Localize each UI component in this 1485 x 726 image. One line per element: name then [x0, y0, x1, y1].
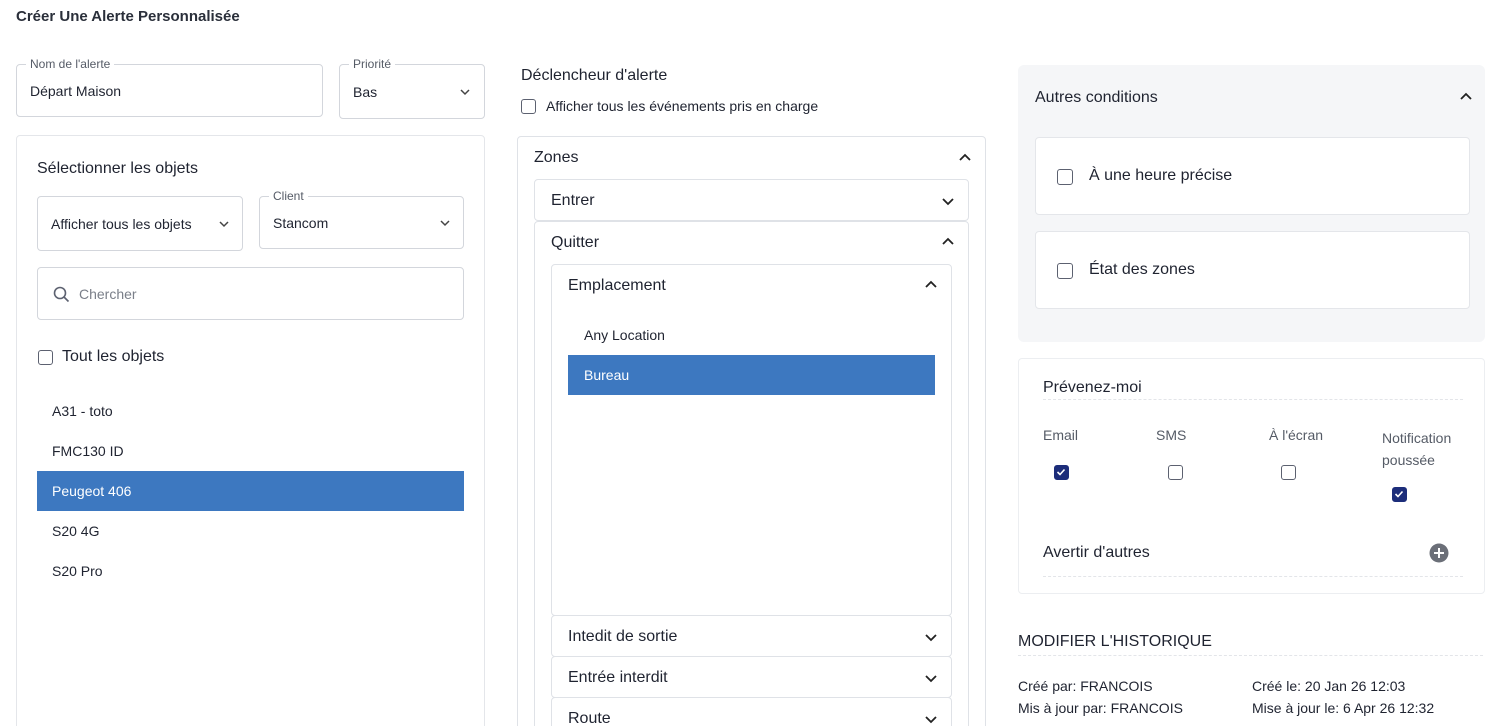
channel-screen-checkbox[interactable] [1281, 465, 1296, 480]
channel-sms-checkbox[interactable] [1168, 465, 1183, 480]
object-list-item-selected[interactable]: Peugeot 406 [37, 471, 464, 511]
location-option-selected[interactable]: Bureau [568, 355, 935, 395]
check-icon [1394, 490, 1404, 498]
priority-label: Priorité [349, 56, 396, 72]
all-objects-label: Tout les objets [62, 348, 165, 365]
channel-sms-label: SMS [1156, 427, 1187, 443]
alert-name-value: Départ Maison [30, 82, 122, 99]
divider [1043, 576, 1463, 577]
notify-others-label: Avertir d'autres [1043, 544, 1150, 561]
divider [1018, 655, 1483, 656]
history-created-on: Créé le: 20 Jan 26 12:03 [1252, 678, 1406, 694]
history-updated-on: Mise à jour le: 6 Apr 26 12:32 [1252, 700, 1435, 716]
check-icon [1056, 468, 1066, 476]
enter-accordion[interactable]: Entrer [534, 179, 969, 221]
chevron-up-icon[interactable] [958, 151, 972, 165]
chevron-down-icon [925, 675, 937, 683]
all-objects-checkbox[interactable] [38, 350, 53, 365]
priority-value: Bas [353, 83, 378, 100]
entry-forbidden-label: Entrée interdit [568, 669, 668, 686]
client-value: Stancom [273, 214, 329, 231]
priority-select[interactable]: Priorité Bas [339, 56, 485, 119]
location-option[interactable]: Any Location [584, 327, 665, 343]
object-list-item[interactable]: FMC130 ID [37, 431, 464, 471]
zone-state-card[interactable]: État des zones [1035, 231, 1470, 309]
chevron-up-icon[interactable] [941, 235, 955, 249]
trigger-title: Déclencheur d'alerte [521, 67, 668, 84]
specific-time-checkbox[interactable] [1057, 169, 1073, 185]
chevron-down-icon [925, 634, 937, 642]
exit-forbidden-label: Intedit de sortie [568, 628, 678, 645]
object-filter-select[interactable]: Afficher tous les objets [37, 196, 243, 251]
channel-push-checkbox[interactable] [1392, 487, 1407, 502]
chevron-up-icon[interactable] [924, 278, 938, 292]
client-select[interactable]: Client Stancom [259, 188, 464, 249]
leave-label: Quitter [551, 234, 600, 251]
chevron-down-icon [925, 716, 937, 724]
show-all-events-checkbox[interactable] [521, 99, 536, 114]
object-list-item[interactable]: A31 - toto [37, 391, 464, 431]
chevron-down-icon [440, 219, 450, 226]
search-icon [53, 286, 70, 303]
object-search-input[interactable]: Chercher [37, 267, 464, 320]
search-placeholder: Chercher [79, 285, 137, 302]
channel-screen-label: À l'écran [1269, 427, 1324, 443]
other-conditions-title: Autres conditions [1035, 89, 1158, 106]
show-all-events-label: Afficher tous les événements pris en cha… [546, 98, 819, 114]
location-label: Emplacement [568, 277, 666, 294]
leave-accordion: Quitter Emplacement Any Location Bureau … [534, 221, 969, 726]
objects-panel-title: Sélectionner les objets [37, 160, 198, 177]
object-list-item[interactable]: S20 Pro [37, 551, 464, 591]
page-title: Créer Une Alerte Personnalisée [16, 8, 240, 25]
other-conditions-panel: Autres conditions À une heure précise Ét… [1018, 65, 1485, 342]
object-list-item[interactable]: S20 4G [37, 511, 464, 551]
location-accordion: Emplacement Any Location Bureau [551, 264, 952, 616]
zones-label: Zones [534, 149, 579, 166]
chevron-up-icon[interactable] [1459, 90, 1473, 104]
notify-title: Prévenez-moi [1043, 379, 1142, 396]
zones-accordion: Zones Entrer Quitter Emplacement Any Loc… [517, 136, 986, 726]
chevron-down-icon [942, 198, 954, 206]
objects-panel: Sélectionner les objets Afficher tous le… [16, 135, 485, 726]
zone-state-label: État des zones [1089, 261, 1195, 278]
location-option-selected-label: Bureau [584, 367, 630, 383]
divider [1043, 399, 1463, 400]
enter-label: Entrer [551, 192, 595, 209]
chevron-down-icon [460, 88, 470, 95]
history-created-by: Créé par: FRANCOIS [1018, 678, 1153, 694]
client-label: Client [269, 188, 308, 204]
channel-email-label: Email [1043, 427, 1079, 443]
specific-time-label: À une heure précise [1089, 167, 1233, 184]
channel-email-checkbox[interactable] [1054, 465, 1069, 480]
add-circle-icon[interactable] [1429, 543, 1449, 563]
chevron-down-icon [219, 220, 229, 227]
route-label: Route [568, 710, 611, 726]
specific-time-card[interactable]: À une heure précise [1035, 137, 1470, 215]
object-filter-value: Afficher tous les objets [51, 215, 192, 232]
notify-panel: Prévenez-moi Email SMS À l'écran Notific… [1018, 358, 1485, 594]
route-accordion[interactable]: Route [551, 697, 952, 726]
history-updated-by: Mis à jour par: FRANCOIS [1018, 700, 1183, 716]
alert-name-field[interactable]: Nom de l'alerte Départ Maison [16, 56, 323, 117]
zone-state-checkbox[interactable] [1057, 263, 1073, 279]
entry-forbidden-accordion[interactable]: Entrée interdit [551, 656, 952, 698]
exit-forbidden-accordion[interactable]: Intedit de sortie [551, 615, 952, 657]
history-title: MODIFIER L'HISTORIQUE [1018, 633, 1212, 650]
alert-name-label: Nom de l'alerte [26, 56, 115, 72]
channel-push-label: Notification poussée [1382, 430, 1452, 468]
